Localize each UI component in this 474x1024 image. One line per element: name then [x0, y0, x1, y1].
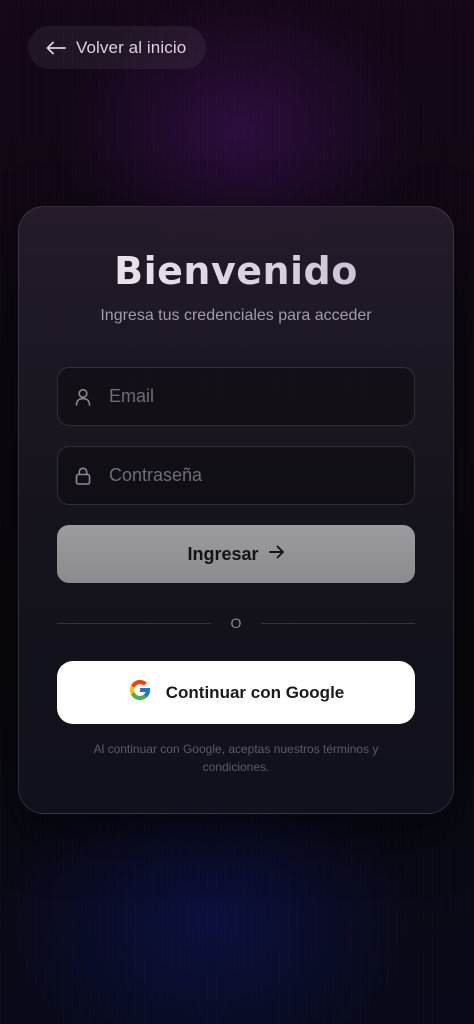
- divider-line-right: [261, 622, 415, 624]
- divider-line-left: [57, 622, 211, 624]
- divider-text: O: [230, 615, 242, 631]
- back-to-home-button[interactable]: Volver al inicio: [28, 26, 207, 69]
- page-subtitle: Ingresa tus credenciales para acceder: [100, 307, 372, 324]
- google-logo-icon: [128, 678, 152, 707]
- login-card: Bienvenido Ingresa tus credenciales para…: [18, 206, 454, 814]
- google-button-label: Continuar con Google: [165, 682, 345, 702]
- email-input[interactable]: [107, 367, 414, 426]
- submit-button-label: Ingresar: [187, 543, 259, 564]
- google-sign-in-button[interactable]: Continuar con Google: [57, 661, 415, 724]
- user-icon: [74, 388, 92, 406]
- arrow-right-icon: [268, 545, 285, 564]
- email-field[interactable]: [57, 367, 415, 426]
- submit-button[interactable]: Ingresar: [57, 525, 415, 583]
- page-title: Bienvenido: [19, 249, 453, 293]
- back-button-label: Volver al inicio: [76, 37, 187, 57]
- lock-icon: [74, 466, 92, 485]
- or-divider: O: [57, 611, 415, 635]
- password-field[interactable]: [57, 446, 415, 505]
- password-input[interactable]: [107, 446, 414, 505]
- arrow-left-icon: [46, 41, 66, 55]
- terms-notice: Al continuar con Google, aceptas nuestro…: [93, 742, 379, 774]
